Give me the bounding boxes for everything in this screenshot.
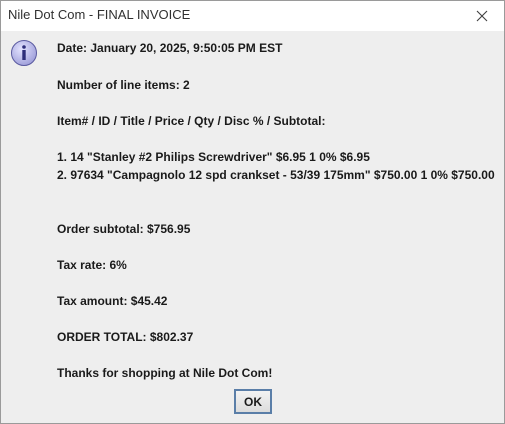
title-bar[interactable]: Nile Dot Com - FINAL INVOICE — [1, 1, 504, 31]
line-item: 2. 97634 "Campagnolo 12 spd crankset - 5… — [57, 168, 495, 182]
info-icon — [11, 40, 37, 66]
line-item: 1. 14 "Stanley #2 Philips Screwdriver" $… — [57, 150, 370, 164]
ok-button[interactable]: OK — [234, 389, 272, 414]
tax-rate: Tax rate: 6% — [57, 258, 127, 272]
order-subtotal: Order subtotal: $756.95 — [57, 222, 191, 236]
close-button[interactable] — [460, 1, 504, 31]
order-total: ORDER TOTAL: $802.37 — [57, 330, 194, 344]
invoice-dialog: Nile Dot Com - FINAL INVOICE Date: Janua… — [0, 0, 505, 424]
thanks-message: Thanks for shopping at Nile Dot Com! — [57, 366, 273, 380]
close-icon — [476, 10, 488, 22]
columns-header: Item# / ID / Title / Price / Qty / Disc … — [57, 114, 326, 128]
invoice-date: Date: January 20, 2025, 9:50:05 PM EST — [57, 41, 283, 55]
line-item-count: Number of line items: 2 — [57, 78, 190, 92]
window-title: Nile Dot Com - FINAL INVOICE — [8, 7, 191, 22]
tax-amount: Tax amount: $45.42 — [57, 294, 168, 308]
